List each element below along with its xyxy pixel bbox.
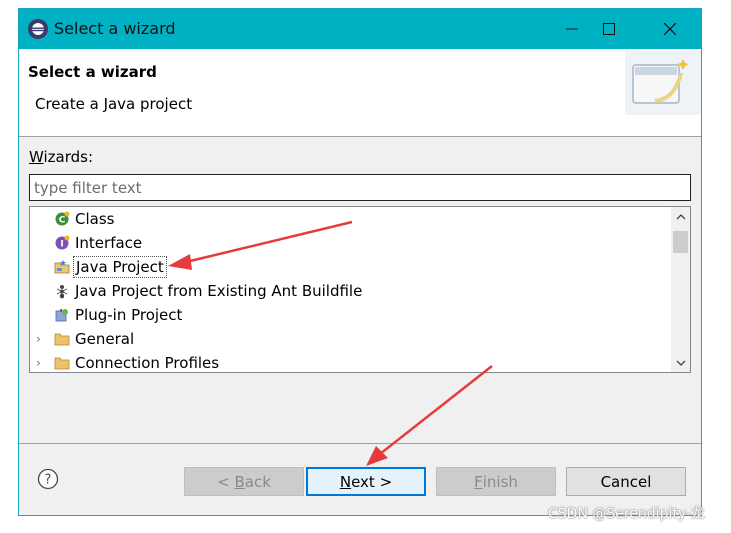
- next-button[interactable]: Next >: [306, 467, 426, 496]
- window-title: Select a wizard: [54, 19, 176, 38]
- tree-item-connection-profiles[interactable]: › Connection Profiles: [30, 351, 666, 372]
- help-icon[interactable]: ?: [37, 468, 59, 490]
- finish-label: inish: [482, 472, 518, 491]
- cancel-label: Cancel: [600, 472, 652, 491]
- tree-scrollbar[interactable]: [671, 207, 690, 372]
- tree-item-java-project[interactable]: Java Project: [30, 255, 666, 279]
- filter-input[interactable]: [29, 174, 691, 201]
- watermark: CSDN @Serendipity-龙: [548, 506, 705, 522]
- wizards-label-text: izards:: [43, 148, 94, 166]
- header-title: Select a wizard: [28, 63, 157, 81]
- finish-button[interactable]: Finish: [436, 467, 556, 496]
- back-mnemonic: B: [234, 472, 245, 491]
- svg-text:?: ?: [45, 473, 52, 488]
- next-label: ext >: [351, 472, 393, 491]
- tree-item-label: Class: [75, 210, 115, 228]
- folder-icon: [54, 357, 70, 370]
- tree-item-label: Connection Profiles: [75, 354, 220, 372]
- eclipse-app-icon: [28, 19, 48, 39]
- chevron-up-icon: [676, 213, 685, 219]
- expand-chevron-icon[interactable]: ›: [36, 327, 46, 351]
- finish-mnemonic: F: [474, 472, 483, 491]
- wizard-header: Select a wizard Create a Java project: [19, 49, 701, 137]
- tree-item-class[interactable]: C Class: [30, 207, 666, 231]
- java-project-icon: [54, 260, 70, 274]
- scroll-down-button[interactable]: [671, 353, 690, 372]
- tree-item-label: Plug-in Project: [75, 306, 183, 324]
- expand-chevron-icon[interactable]: ›: [36, 351, 46, 372]
- back-button[interactable]: < Back: [184, 467, 304, 496]
- minimize-icon: [566, 28, 578, 30]
- next-mnemonic: N: [339, 472, 352, 491]
- cancel-button[interactable]: Cancel: [566, 467, 686, 496]
- wizards-mnemonic: W: [29, 148, 44, 166]
- tree-item-label: Interface: [75, 234, 143, 252]
- svg-text:C: C: [59, 216, 66, 226]
- wizard-tree[interactable]: C Class I Interface Java Project Java Pr…: [29, 206, 691, 373]
- scroll-thumb[interactable]: [673, 231, 688, 253]
- footer-separator: [19, 443, 701, 444]
- ant-icon: [56, 285, 68, 299]
- wizard-banner-icon: [625, 51, 701, 115]
- wizards-label: Wizards:: [29, 148, 93, 166]
- wizard-dialog: Select a wizard Select a wizard Create a…: [18, 8, 702, 516]
- tree-item-label: Java Project: [73, 256, 167, 278]
- scroll-up-button[interactable]: [671, 207, 690, 226]
- folder-icon: [54, 333, 70, 346]
- tree-item-general[interactable]: › General: [30, 327, 666, 351]
- maximize-icon: [603, 23, 615, 35]
- title-bar[interactable]: Select a wizard: [19, 9, 701, 49]
- back-prefix: <: [217, 472, 235, 491]
- close-icon: [664, 23, 676, 35]
- java-interface-icon: I: [55, 235, 70, 250]
- java-class-icon: C: [55, 211, 70, 226]
- tree-item-interface[interactable]: I Interface: [30, 231, 666, 255]
- tree-item-label: Java Project from Existing Ant Buildfile: [75, 282, 363, 300]
- header-subtitle: Create a Java project: [35, 95, 193, 113]
- chevron-down-icon: [676, 360, 685, 366]
- maximize-button[interactable]: [586, 9, 632, 49]
- back-label: ack: [244, 472, 271, 491]
- tree-item-label: General: [75, 330, 135, 348]
- plugin-project-icon: [55, 309, 68, 322]
- tree-item-plugin-project[interactable]: Plug-in Project: [30, 303, 666, 327]
- close-button[interactable]: [647, 9, 693, 49]
- tree-item-ant-project[interactable]: Java Project from Existing Ant Buildfile: [30, 279, 666, 303]
- svg-text:I: I: [60, 240, 63, 250]
